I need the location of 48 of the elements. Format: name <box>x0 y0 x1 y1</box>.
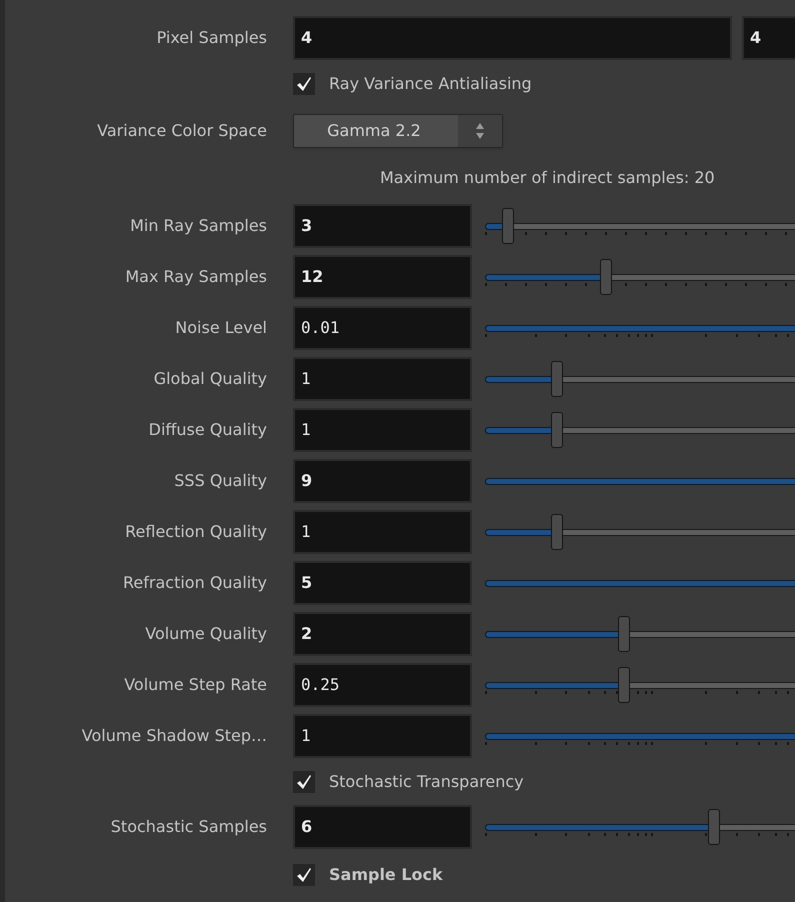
number-field[interactable]: 0.01 <box>293 306 472 350</box>
field-label: Min Ray Samples <box>130 216 267 234</box>
checkbox[interactable] <box>293 864 315 886</box>
field-label: Max Ray Samples <box>125 266 267 286</box>
field-label: Volume Shadow Step… <box>82 726 267 744</box>
slider-handle[interactable] <box>502 208 514 244</box>
checkbox-label: Ray Variance Antialiasing <box>329 73 532 95</box>
up-down-arrows-icon <box>475 122 485 140</box>
field-label: Diffuse Quality <box>148 420 267 438</box>
field-label: Variance Color Space <box>97 121 267 140</box>
slider-handle[interactable] <box>618 666 630 702</box>
field-label: Volume Step Rate <box>124 674 267 694</box>
number-field[interactable]: 1 <box>293 408 472 452</box>
slider-handle[interactable] <box>600 258 612 294</box>
check-icon <box>296 867 312 883</box>
field-label: Pixel Samples <box>156 28 267 47</box>
field-label: Refraction Quality <box>123 572 267 592</box>
slider-handle[interactable] <box>550 412 563 448</box>
field-label: Noise Level <box>175 318 267 336</box>
number-field[interactable]: 4 <box>742 16 795 60</box>
number-field[interactable]: 12 <box>293 254 472 298</box>
info-text: Maximum number of indirect samples: 20 <box>380 167 715 189</box>
field-label: Global Quality <box>154 368 267 388</box>
checkbox-label: Stochastic Transparency <box>329 771 524 793</box>
number-field[interactable]: 3 <box>293 204 472 248</box>
field-label: Stochastic Samples <box>110 817 267 836</box>
number-field[interactable]: 0.25 <box>293 662 472 706</box>
field-label: SSS Quality <box>174 470 267 490</box>
slider-handle[interactable] <box>550 360 563 396</box>
dropdown-menu[interactable]: Gamma 2.2 <box>293 114 503 148</box>
number-field[interactable]: 4 <box>293 16 732 60</box>
number-field[interactable]: 9 <box>293 458 472 502</box>
number-field[interactable]: 5 <box>293 560 472 604</box>
slider-handle[interactable] <box>708 809 720 845</box>
checkbox-label: Sample Lock <box>329 864 443 886</box>
number-field[interactable]: 6 <box>293 805 472 849</box>
number-field[interactable]: 1 <box>293 714 472 758</box>
field-label: Volume Quality <box>145 624 267 642</box>
number-field[interactable]: 2 <box>293 612 472 656</box>
checkbox[interactable] <box>293 771 315 793</box>
number-field[interactable]: 1 <box>293 356 472 400</box>
check-icon <box>296 774 312 790</box>
slider-handle[interactable] <box>618 616 630 652</box>
slider-handle[interactable] <box>550 514 563 550</box>
checkbox[interactable] <box>293 73 315 95</box>
field-label: Reflection Quality <box>125 522 267 540</box>
number-field[interactable]: 1 <box>293 510 472 554</box>
check-icon <box>296 76 312 92</box>
